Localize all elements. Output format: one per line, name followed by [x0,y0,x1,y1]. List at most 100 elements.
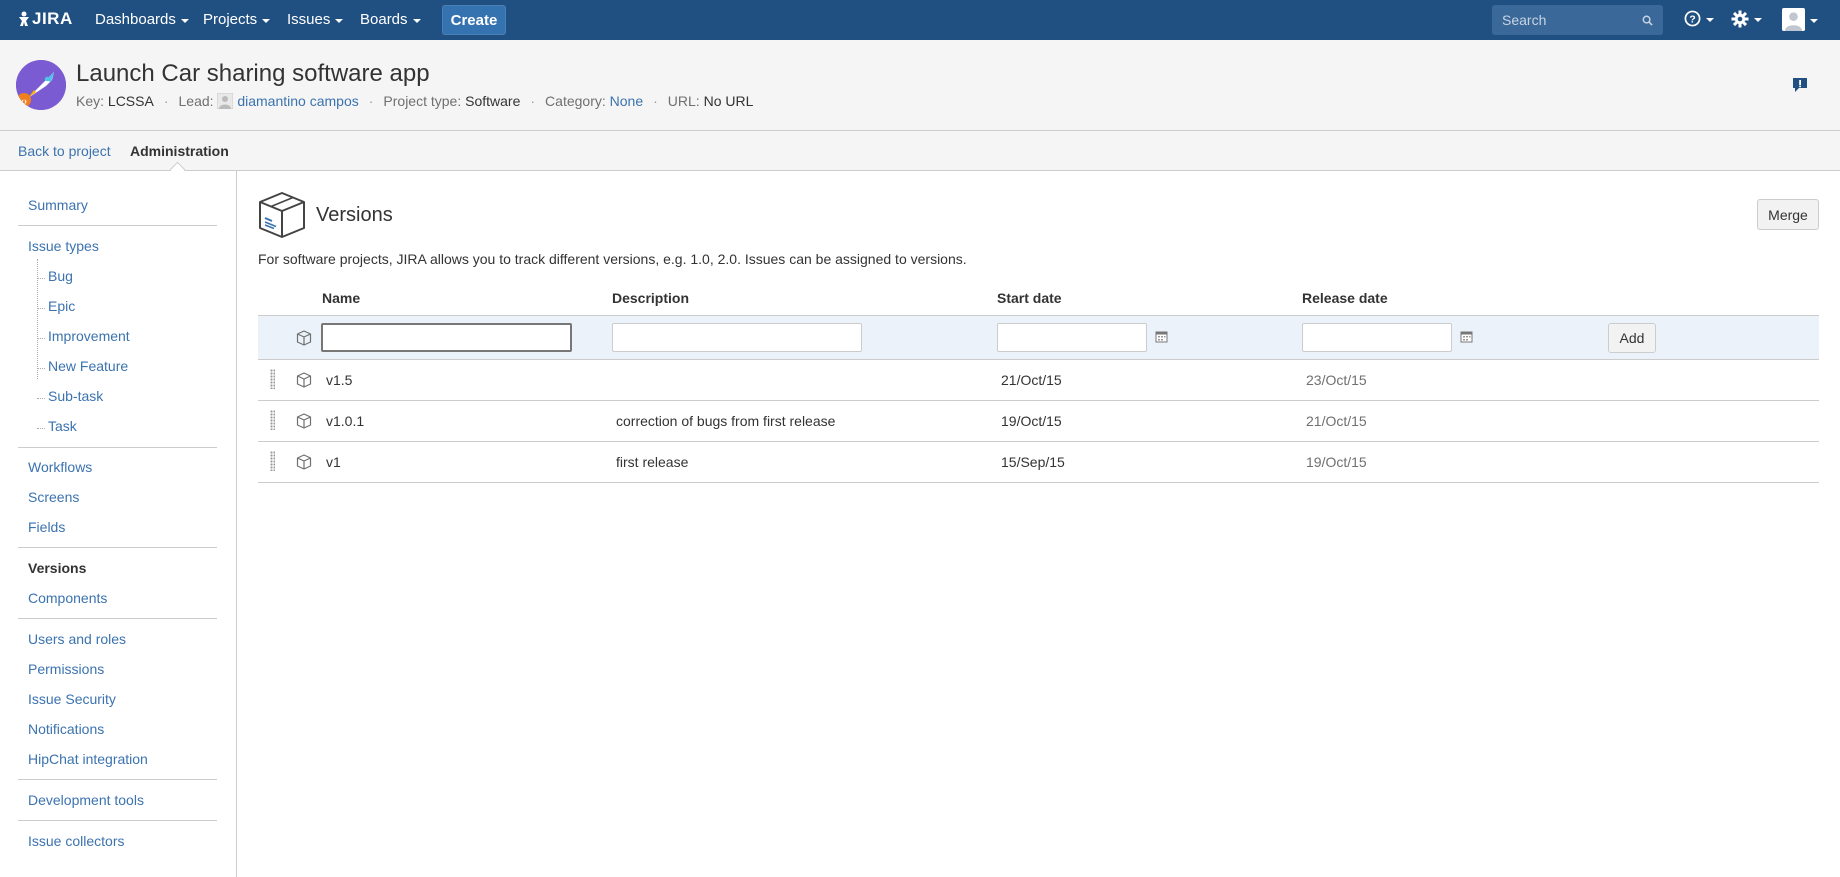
jira-logo[interactable]: JIRA [18,9,73,29]
project-title: Launch Car sharing software app [76,60,430,87]
sidebar-item-components[interactable]: Components [28,590,107,606]
sidebar-item-fields[interactable]: Fields [28,519,65,535]
chevron-down-icon [412,18,421,23]
sidebar-item-bug[interactable]: Bug [48,268,73,284]
drag-handle-icon[interactable] [270,410,275,430]
sidebar-item-new-feature[interactable]: New Feature [48,358,128,374]
merge-button[interactable]: Merge [1757,199,1819,230]
drag-handle-icon[interactable] [270,369,275,389]
sidebar-divider [18,547,217,548]
sidebar-item-issue-types[interactable]: Issue types [28,238,99,254]
gear-icon [1731,10,1749,28]
page-title: Versions [316,204,393,226]
chevron-down-icon [1754,18,1762,22]
version-description-input[interactable] [612,323,862,352]
add-version-button[interactable]: Add [1608,323,1656,353]
create-button[interactable]: Create [442,5,506,35]
project-url: No URL [703,93,754,109]
version-name-input[interactable] [321,323,572,352]
nav-dashboards[interactable]: Dashboards [95,11,189,28]
version-package-icon [296,413,312,429]
nav-projects[interactable]: Projects [203,11,271,28]
search-input[interactable]: Search [1492,5,1663,35]
column-header-description: Description [612,290,690,306]
lead-link[interactable]: diamantino campos [237,93,358,109]
project-meta: Key: LCSSA · Lead: diamantino campos · P… [76,93,753,109]
sidebar-item-sub-task[interactable]: Sub-task [48,388,103,404]
sidebar-item-notifications[interactable]: Notifications [28,721,104,737]
tree-tick [37,308,45,309]
help-icon: ? [1684,10,1701,27]
feedback-button[interactable] [1792,77,1808,96]
version-name[interactable]: v1 [326,454,341,470]
column-header-start-date: Start date [997,290,1062,306]
project-avatar: ‹› [16,60,66,110]
table-row[interactable]: v1.5 21/Oct/15 23/Oct/15 [258,360,1819,401]
admin-sidebar: Summary Issue types Bug Epic Improvement… [0,171,237,877]
sidebar-item-issue-collectors[interactable]: Issue collectors [28,833,124,849]
start-date-calendar-icon[interactable] [1155,330,1168,343]
versions-intro: For software projects, JIRA allows you t… [258,251,967,267]
sidebar-item-versions[interactable]: Versions [28,560,86,576]
meta-separator: · [368,93,374,109]
nav-issues-label: Issues [287,11,331,28]
version-package-icon [296,372,312,388]
sidebar-item-task[interactable]: Task [48,418,77,434]
type-label: Project type: [383,93,462,109]
version-name[interactable]: v1.0.1 [326,413,364,429]
chevron-down-icon [1706,17,1714,22]
help-menu[interactable]: ? [1684,10,1714,27]
version-release-date: 21/Oct/15 [1306,413,1367,429]
meta-separator: · [163,93,169,109]
sidebar-item-workflows[interactable]: Workflows [28,459,92,475]
tree-line [37,259,38,379]
sidebar-item-users-and-roles[interactable]: Users and roles [28,631,126,647]
table-row[interactable]: v1.0.1 correction of bugs from first rel… [258,401,1819,442]
version-release-date: 19/Oct/15 [1306,454,1367,470]
release-date-input[interactable] [1302,323,1452,352]
sidebar-item-epic[interactable]: Epic [48,298,75,314]
category-link[interactable]: None [610,93,643,109]
sidebar-item-permissions[interactable]: Permissions [28,661,104,677]
search-placeholder: Search [1502,12,1547,28]
column-header-release-date: Release date [1302,290,1388,306]
key-label: Key: [76,93,105,109]
sidebar-item-development-tools[interactable]: Development tools [28,792,144,808]
settings-menu[interactable] [1731,10,1762,28]
start-date-input[interactable] [997,323,1147,352]
version-name[interactable]: v1.5 [326,372,352,388]
tree-tick [37,278,45,279]
release-date-calendar-icon[interactable] [1460,330,1473,343]
tab-back-to-project[interactable]: Back to project [18,143,111,159]
chevron-down-icon [1810,18,1818,23]
add-version-row: Add [258,315,1819,360]
rocket-icon: ‹› [16,60,66,110]
tab-administration[interactable]: Administration [130,143,229,159]
version-release-date: 23/Oct/15 [1306,372,1367,388]
tree-tick [37,338,45,339]
version-start-date: 21/Oct/15 [1001,372,1062,388]
version-description: correction of bugs from first release [616,413,836,429]
category-label: Category: [545,93,606,109]
nav-boards[interactable]: Boards [360,11,421,28]
nav-issues[interactable]: Issues [287,11,344,28]
url-label: URL: [667,93,700,109]
sidebar-item-issue-security[interactable]: Issue Security [28,691,116,707]
user-menu[interactable] [1782,8,1818,31]
nav-boards-label: Boards [360,11,408,28]
drag-handle-icon[interactable] [270,451,275,471]
sidebar-item-summary[interactable]: Summary [28,197,88,213]
version-start-date: 15/Sep/15 [1001,454,1065,470]
sidebar-item-hipchat-integration[interactable]: HipChat integration [28,751,148,767]
meta-separator: · [530,93,536,109]
version-package-icon [296,330,312,346]
version-package-icon [296,454,312,470]
svg-text:?: ? [1689,14,1695,25]
meta-separator: · [653,93,658,109]
versions-box-icon [257,191,307,242]
table-row[interactable]: v1 first release 15/Sep/15 19/Oct/15 [258,442,1819,483]
sidebar-item-improvement[interactable]: Improvement [48,328,130,344]
chevron-down-icon [180,18,189,23]
sidebar-item-screens[interactable]: Screens [28,489,79,505]
top-navigation-bar: JIRA Dashboards Projects Issues Boards C… [0,0,1840,40]
